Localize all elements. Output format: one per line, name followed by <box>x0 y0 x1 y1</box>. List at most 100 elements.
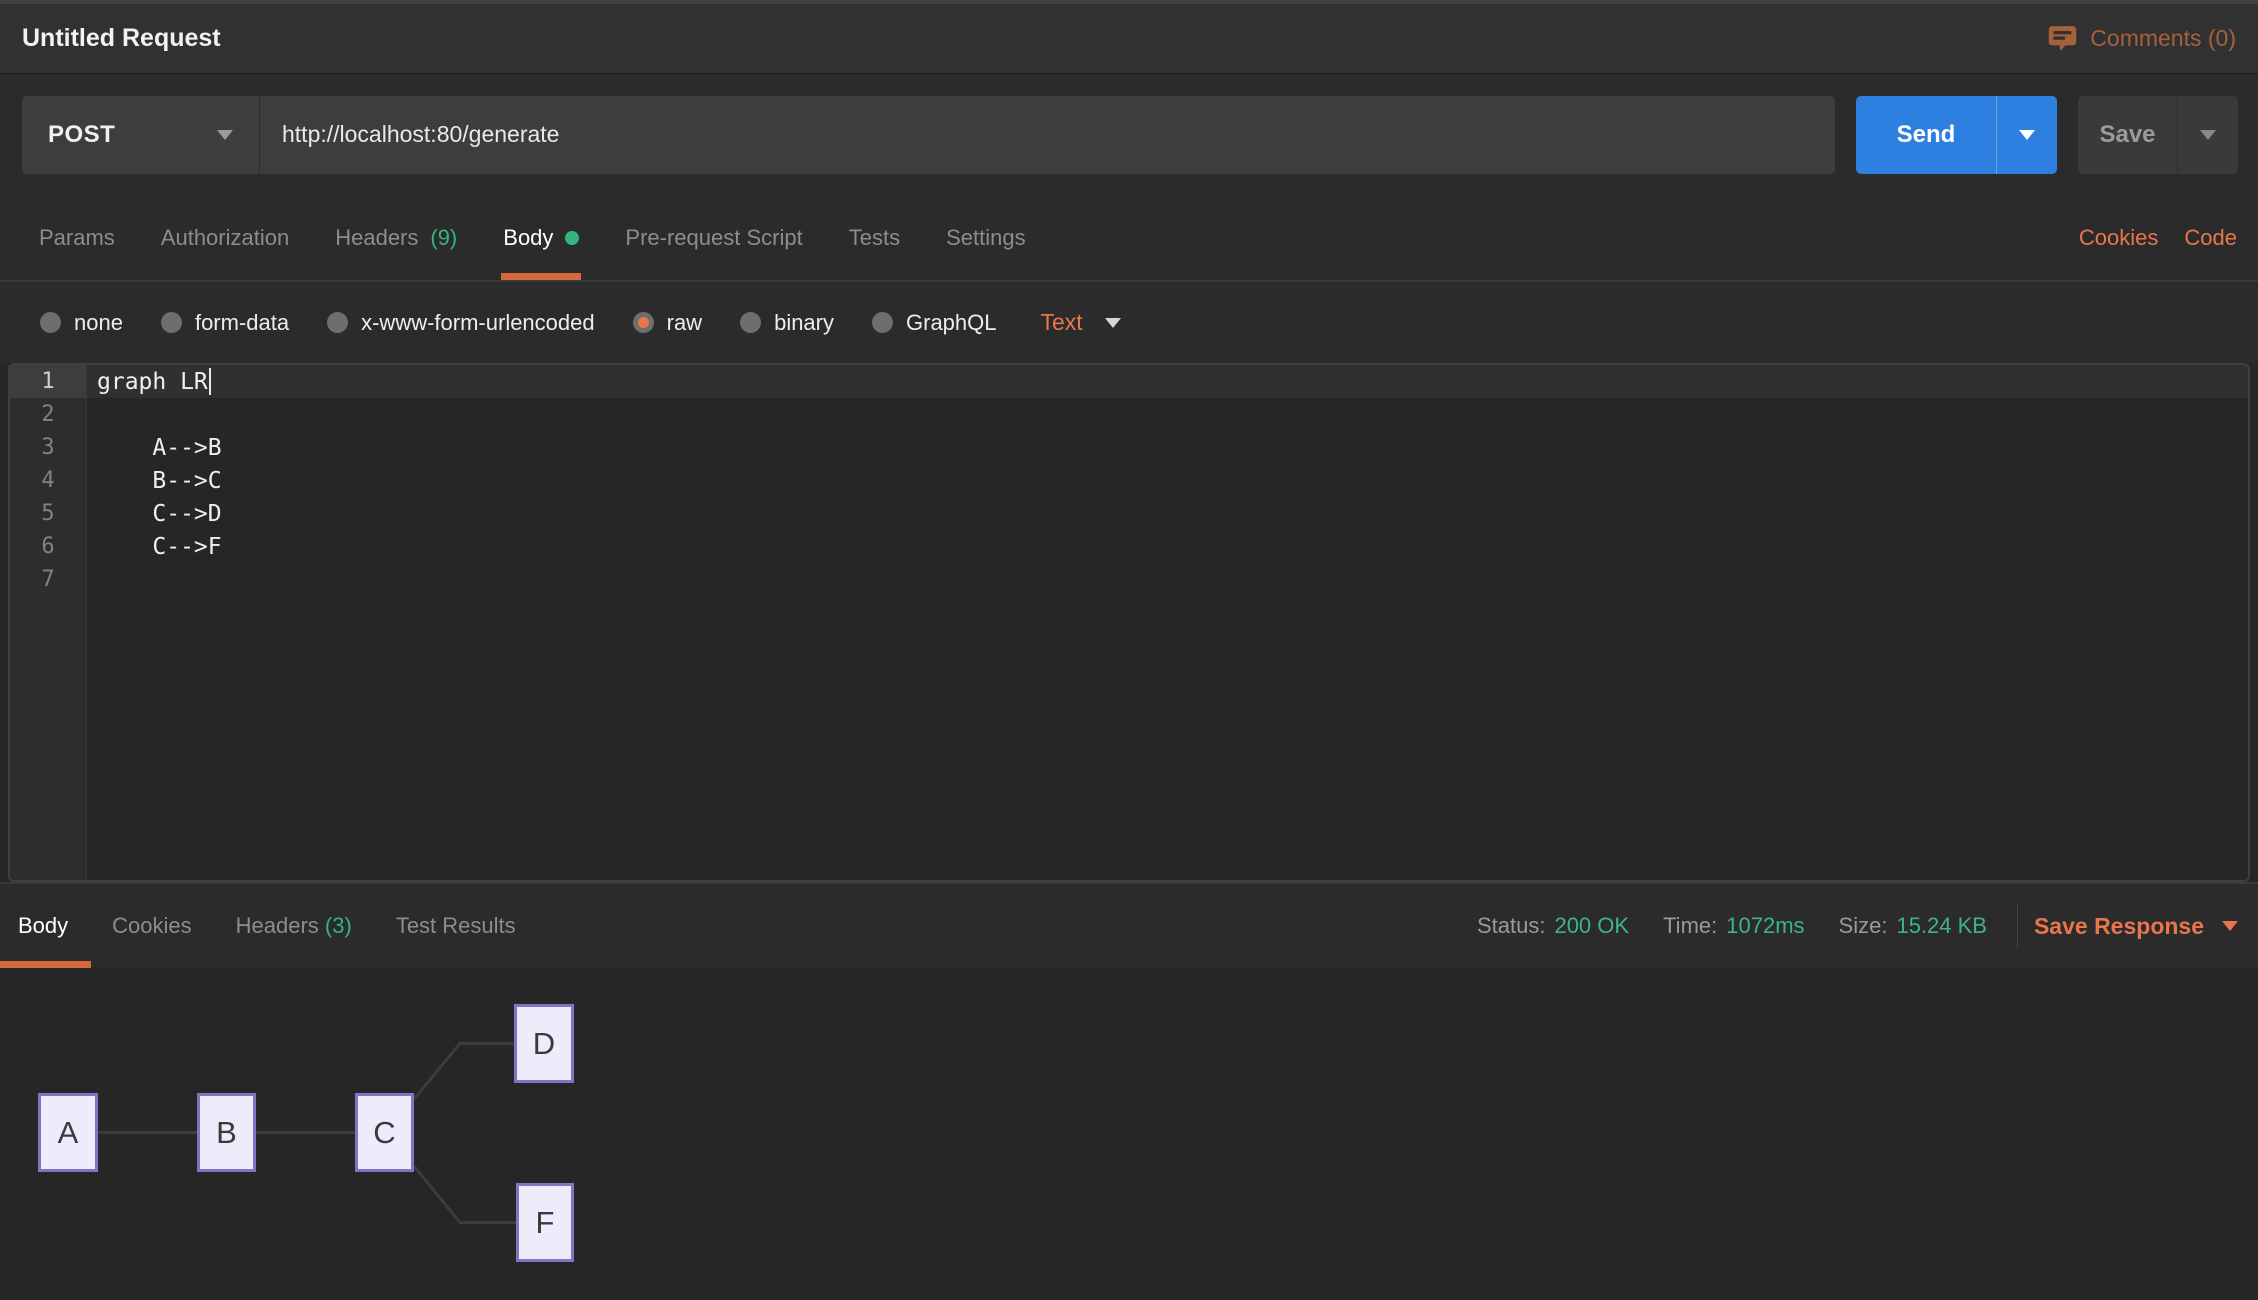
code-text[interactable]: graph LR <box>97 369 208 395</box>
response-tab-body[interactable]: Body <box>18 913 68 939</box>
editor-empty-area[interactable] <box>10 596 2248 882</box>
request-title: Untitled Request <box>22 24 221 53</box>
method-selector[interactable]: POST <box>22 96 259 174</box>
time-value: 1072ms <box>1726 913 1804 939</box>
save-response-button[interactable]: Save Response <box>2034 913 2238 940</box>
url-bar: POST <box>22 96 1835 174</box>
line-number: 3 <box>10 431 87 464</box>
code-link[interactable]: Code <box>2184 225 2237 251</box>
format-selector[interactable]: Text <box>1041 309 1121 336</box>
radio-icon <box>161 312 182 333</box>
time-label: Time: <box>1663 913 1717 939</box>
comment-icon <box>2046 22 2079 55</box>
chevron-down-icon <box>217 130 233 140</box>
code-text[interactable]: A-->B <box>97 435 222 461</box>
line-number: 1 <box>10 365 87 398</box>
send-button[interactable]: Send <box>1856 96 2057 174</box>
radio-raw[interactable]: raw <box>633 310 702 336</box>
code-text[interactable]: C-->F <box>97 534 222 560</box>
body-modified-dot <box>565 231 579 245</box>
text-cursor <box>209 368 211 395</box>
tab-label: Headers <box>236 913 319 938</box>
editor-line[interactable]: 4 B-->C <box>10 464 2248 497</box>
tab-params[interactable]: Params <box>37 195 117 280</box>
divider <box>2017 904 2018 948</box>
send-options-button[interactable] <box>1997 96 2057 174</box>
radio-icon <box>40 312 61 333</box>
line-number: 5 <box>10 497 87 530</box>
editor-line[interactable]: 3 A-->B <box>10 431 2248 464</box>
response-meta: Status: 200 OK Time: 1072ms Size: 15.24 … <box>1443 904 2238 948</box>
status-label: Status: <box>1477 913 1545 939</box>
diagram: ABCDF <box>0 968 2258 1300</box>
diagram-node-A: A <box>38 1093 98 1172</box>
editor-line[interactable]: 5 C-->D <box>10 497 2248 530</box>
diagram-node-C: C <box>355 1093 414 1172</box>
gutter <box>10 596 87 882</box>
save-options-button[interactable] <box>2178 96 2238 174</box>
request-builder: POST Send Save <box>0 74 2258 195</box>
tab-label: Settings <box>946 225 1026 251</box>
send-label[interactable]: Send <box>1856 96 1996 174</box>
editor-line[interactable]: 7 <box>10 563 2248 596</box>
headers-count-badge: (3) <box>325 913 352 938</box>
tab-label: Headers <box>335 225 418 251</box>
save-label[interactable]: Save <box>2078 96 2177 174</box>
comments-label: Comments (0) <box>2090 25 2236 52</box>
radio-x-www-form-urlencoded[interactable]: x-www-form-urlencoded <box>327 310 595 336</box>
headers-count-badge: (9) <box>430 225 457 251</box>
radio-label: form-data <box>195 310 289 336</box>
radio-selected-icon <box>633 312 654 333</box>
status-badge: Status: 200 OK <box>1477 913 1629 939</box>
format-label: Text <box>1041 309 1083 336</box>
comments-button[interactable]: Comments (0) <box>2046 22 2236 55</box>
radio-icon <box>740 312 761 333</box>
method-label: POST <box>48 121 115 149</box>
radio-graphql[interactable]: GraphQL <box>872 310 997 336</box>
tab-settings[interactable]: Settings <box>944 195 1028 280</box>
response-tab-test-results[interactable]: Test Results <box>396 913 516 939</box>
chevron-down-icon <box>1105 318 1121 328</box>
chevron-down-icon <box>2222 921 2238 931</box>
request-tabs: Params Authorization Headers (9) Body Pr… <box>0 195 2258 282</box>
code-text[interactable]: C-->D <box>97 501 222 527</box>
url-input[interactable] <box>260 96 1835 174</box>
tab-label: Tests <box>849 225 900 251</box>
tab-headers[interactable]: Headers (9) <box>333 195 459 280</box>
radio-label: binary <box>774 310 834 336</box>
radio-none[interactable]: none <box>40 310 123 336</box>
tab-label: Body <box>503 225 553 251</box>
chevron-down-icon <box>2200 130 2216 140</box>
diagram-node-F: F <box>516 1183 574 1262</box>
body-editor[interactable]: 1 graph LR 2 3 A-->B 4 B-->C 5 C-->D 6 C… <box>8 363 2250 882</box>
response-body: ABCDF <box>0 968 2258 1300</box>
body-type-bar: none form-data x-www-form-urlencoded raw… <box>0 282 2258 363</box>
radio-form-data[interactable]: form-data <box>161 310 289 336</box>
radio-icon <box>872 312 893 333</box>
radio-label: x-www-form-urlencoded <box>361 310 595 336</box>
radio-icon <box>327 312 348 333</box>
line-number: 6 <box>10 530 87 563</box>
tab-label: Pre-request Script <box>625 225 802 251</box>
cookies-link[interactable]: Cookies <box>2079 225 2158 251</box>
chevron-down-icon <box>2019 130 2035 140</box>
editor-line[interactable]: 6 C-->F <box>10 530 2248 563</box>
tab-authorization[interactable]: Authorization <box>159 195 291 280</box>
editor-line[interactable]: 1 graph LR <box>10 365 2248 398</box>
radio-binary[interactable]: binary <box>740 310 834 336</box>
code-text[interactable]: B-->C <box>97 468 222 494</box>
radio-label: none <box>74 310 123 336</box>
editor-line[interactable]: 2 <box>10 398 2248 431</box>
response-tab-cookies[interactable]: Cookies <box>112 913 191 939</box>
title-bar: Untitled Request Comments (0) <box>0 0 2258 74</box>
diagram-node-B: B <box>197 1093 256 1172</box>
size-value: 15.24 KB <box>1896 913 1987 939</box>
response-tab-headers[interactable]: Headers (3) <box>236 913 352 939</box>
save-button[interactable]: Save <box>2078 96 2238 174</box>
tab-label: Params <box>39 225 115 251</box>
tab-body[interactable]: Body <box>501 195 581 280</box>
tab-pre-request-script[interactable]: Pre-request Script <box>623 195 804 280</box>
size-badge: Size: 15.24 KB <box>1839 913 1987 939</box>
tab-tests[interactable]: Tests <box>847 195 902 280</box>
radio-label: GraphQL <box>906 310 997 336</box>
